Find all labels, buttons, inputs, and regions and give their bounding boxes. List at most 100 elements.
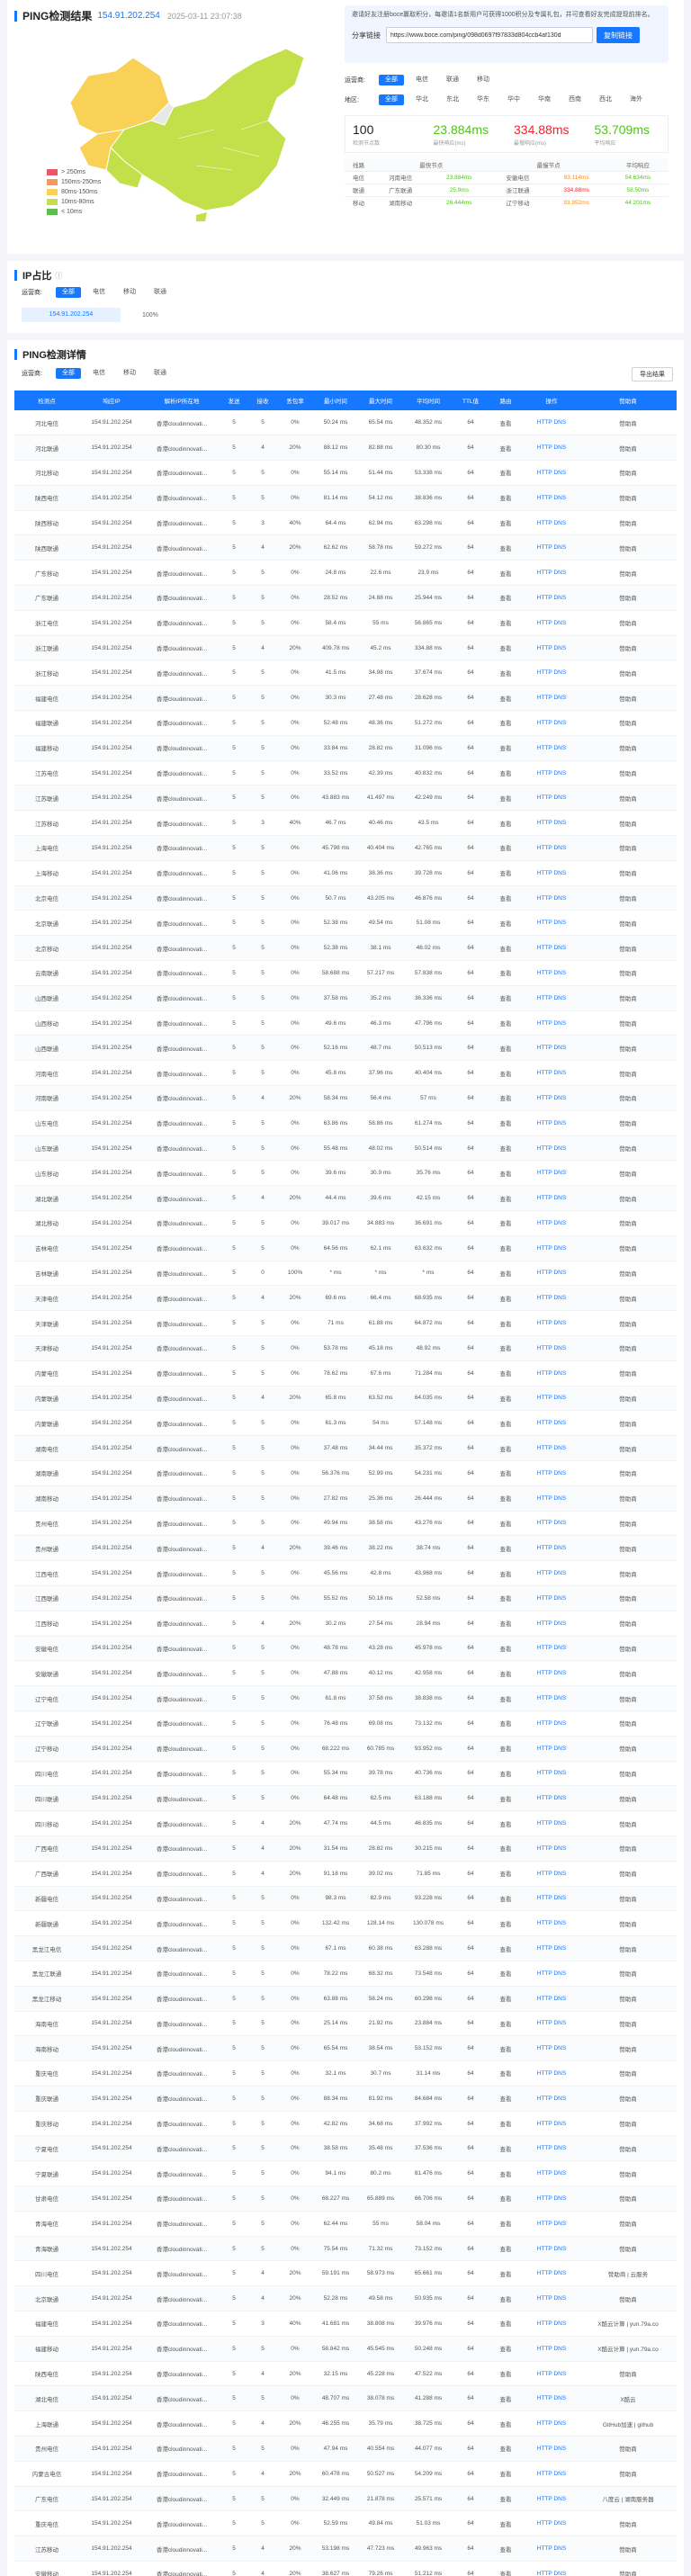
sponsor-link[interactable]: 赞助商 [579,1210,677,1236]
http-link[interactable]: HTTP [537,1370,552,1377]
ip-tab-telecom[interactable]: 电信 [86,287,112,298]
dns-link[interactable]: DNS [553,2020,566,2026]
ping-col-header[interactable]: 最大时间 [358,390,403,410]
route-link[interactable]: 查看 [488,2561,524,2576]
route-link[interactable]: 查看 [488,2436,524,2462]
dns-link[interactable]: DNS [553,920,566,926]
http-link[interactable]: HTTP [537,2571,552,2576]
region-tab-southwest[interactable]: 西南 [562,94,588,105]
sponsor-link[interactable]: 赞助商 [579,760,677,786]
dns-link[interactable]: DNS [553,2471,566,2477]
dns-link[interactable]: DNS [553,1295,566,1301]
sponsor-link[interactable]: 赞助商 [579,810,677,837]
route-link[interactable]: 查看 [488,1060,524,1087]
http-link[interactable]: HTTP [537,695,552,701]
route-link[interactable]: 查看 [488,2135,524,2162]
sponsor-link[interactable]: 赞助商 [579,2461,677,2487]
dns-link[interactable]: DNS [553,1770,566,1776]
http-link[interactable]: HTTP [537,544,552,551]
dns-link[interactable]: DNS [553,695,566,701]
route-link[interactable]: 查看 [488,510,524,536]
route-link[interactable]: 查看 [488,485,524,511]
route-link[interactable]: 查看 [488,2336,524,2362]
dns-link[interactable]: DNS [553,645,566,651]
ping-col-header[interactable]: 检测点 [14,390,79,410]
ping-col-header[interactable]: 路由 [488,390,524,410]
http-link[interactable]: HTTP [537,1570,552,1576]
http-link[interactable]: HTTP [537,2020,552,2026]
dns-link[interactable]: DNS [553,720,566,726]
route-link[interactable]: 查看 [488,1460,524,1486]
sponsor-link[interactable]: 赞助商 [579,1485,677,1512]
route-link[interactable]: 查看 [488,1585,524,1611]
http-link[interactable]: HTTP [537,1295,552,1301]
dns-link[interactable]: DNS [553,2520,566,2527]
sponsor-link[interactable]: 赞助商 [579,1410,677,1437]
dns-link[interactable]: DNS [553,2395,566,2401]
dns-link[interactable]: DNS [553,419,566,426]
http-link[interactable]: HTTP [537,2320,552,2327]
sponsor-link[interactable]: 赞助商 [579,2111,677,2137]
sponsor-link[interactable]: GitHub加速 | github [579,2410,677,2437]
http-link[interactable]: HTTP [537,1746,552,1752]
route-link[interactable]: 查看 [488,1886,524,1912]
http-link[interactable]: HTTP [537,1770,552,1776]
http-link[interactable]: HTTP [537,1045,552,1051]
sponsor-link[interactable]: 赞助商 [579,2236,677,2262]
sponsor-link[interactable]: 赞助商 [579,1961,677,1987]
route-link[interactable]: 查看 [488,810,524,837]
route-link[interactable]: 查看 [488,1261,524,1287]
dns-link[interactable]: DNS [553,1520,566,1526]
dns-link[interactable]: DNS [553,1970,566,1977]
route-link[interactable]: 查看 [488,2060,524,2087]
route-link[interactable]: 查看 [488,1235,524,1261]
http-link[interactable]: HTTP [537,1895,552,1901]
region-tab-east[interactable]: 华东 [471,94,496,105]
ping-tab-unicom[interactable]: 联通 [148,368,173,379]
sponsor-link[interactable]: 赞助商 [579,1435,677,1461]
ping-col-header[interactable]: 操作 [524,390,579,410]
dns-link[interactable]: DNS [553,1645,566,1651]
http-link[interactable]: HTTP [537,2195,552,2202]
http-link[interactable]: HTTP [537,595,552,601]
sponsor-link[interactable]: 赞助商 [579,2285,677,2312]
sponsor-link[interactable]: 赞助商 [579,2011,677,2037]
sponsor-link[interactable]: 赞助商 [579,2086,677,2112]
sponsor-link[interactable]: 赞助商 [579,2186,677,2212]
sponsor-link[interactable]: 赞助商 [579,534,677,561]
dns-link[interactable]: DNS [553,1845,566,1852]
sponsor-link[interactable]: X酷云 [579,2385,677,2412]
route-link[interactable]: 查看 [488,2011,524,2037]
dns-link[interactable]: DNS [553,770,566,776]
http-link[interactable]: HTTP [537,444,552,451]
dns-link[interactable]: DNS [553,520,566,526]
route-link[interactable]: 查看 [488,1636,524,1662]
http-link[interactable]: HTTP [537,1170,552,1176]
http-link[interactable]: HTTP [537,2270,552,2276]
sponsor-link[interactable]: 赞助商 [579,2361,677,2387]
http-link[interactable]: HTTP [537,2045,552,2051]
isp-tab-telecom[interactable]: 电信 [409,75,435,85]
route-link[interactable]: 查看 [488,460,524,486]
sponsor-link[interactable]: 赞助商 [579,735,677,761]
sponsor-link[interactable]: 赞助商 [579,1660,677,1687]
http-link[interactable]: HTTP [537,1070,552,1076]
ping-col-header[interactable]: 发送 [220,390,248,410]
http-link[interactable]: HTTP [537,1845,552,1852]
dns-link[interactable]: DNS [553,544,566,551]
sponsor-link[interactable]: 赞助商 [579,835,677,861]
export-results-button[interactable]: 导出结果 [632,367,673,381]
dns-link[interactable]: DNS [553,845,566,851]
isp-tab-all[interactable]: 全部 [379,75,404,85]
dns-link[interactable]: DNS [553,1020,566,1027]
route-link[interactable]: 查看 [488,785,524,812]
sponsor-link[interactable]: 赞助商 [579,710,677,736]
route-link[interactable]: 查看 [488,1810,524,1836]
http-link[interactable]: HTTP [537,970,552,976]
route-link[interactable]: 查看 [488,1836,524,1862]
sponsor-link[interactable]: 赞助商 [579,1386,677,1412]
sponsor-link[interactable]: 赞助商 [579,510,677,536]
dns-link[interactable]: DNS [553,2346,566,2352]
sponsor-link[interactable]: 赞助商 [579,685,677,712]
http-link[interactable]: HTTP [537,2446,552,2452]
